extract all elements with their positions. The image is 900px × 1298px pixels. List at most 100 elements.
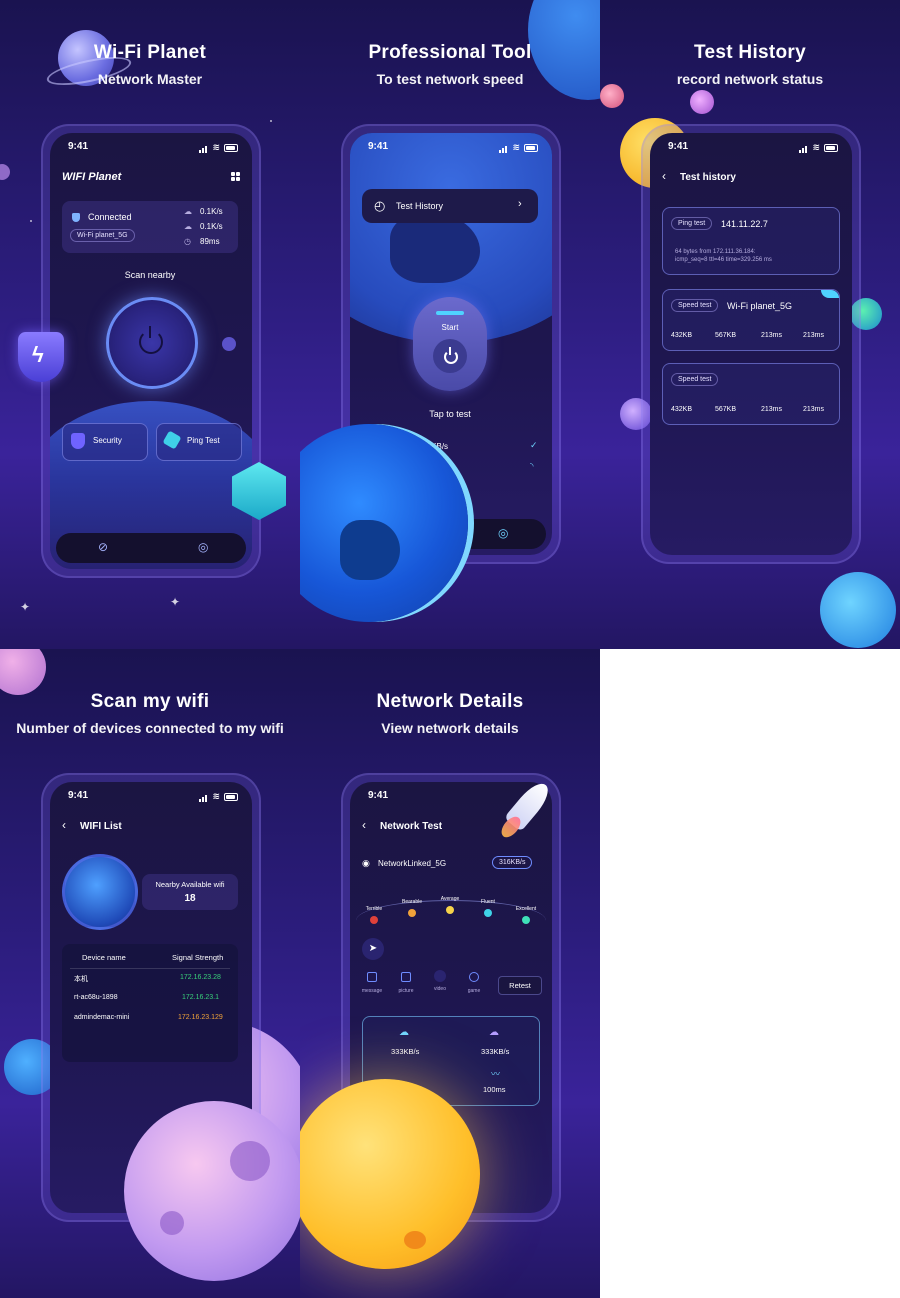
upload-icon: ☁ xyxy=(489,1027,499,1038)
pulse-icon: 〰 xyxy=(491,1069,501,1079)
download-icon: ☁ xyxy=(184,207,192,216)
download-speed: 333KB/s xyxy=(391,1047,420,1056)
download-value: 432KB xyxy=(671,332,693,339)
test-history-label: Test History xyxy=(396,201,444,211)
power-icon xyxy=(433,339,467,373)
small-moon xyxy=(0,164,10,180)
pink-asteroid xyxy=(0,649,46,695)
sparkle-icon: ✦ xyxy=(20,600,31,614)
device-name: rt-ac68u-1898 xyxy=(74,994,118,1001)
panel-scan-wifi: Scan my wifi Number of devices connected… xyxy=(0,649,300,1298)
device-name: 本机 xyxy=(74,976,88,983)
table-row[interactable]: admindemac-mini 172.16.23.129 xyxy=(62,1014,238,1030)
nearby-count: 18 xyxy=(184,893,196,904)
back-icon[interactable]: ‹ xyxy=(362,818,366,832)
ping-ip: 141.11.22.7 xyxy=(721,219,768,229)
ping-output-line-1: 64 bytes from 172.111.36.184: xyxy=(675,249,756,255)
nearby-wifi-card: Nearby Available wifi 18 xyxy=(142,874,238,910)
panel-subtitle: Number of devices connected to my wifi xyxy=(16,720,284,736)
upload-speed: 333KB/s xyxy=(481,1047,510,1056)
back-icon[interactable]: ‹ xyxy=(662,169,666,183)
security-label: Security xyxy=(93,436,122,445)
phone-frame: 9:41 ≋ ‹ Test history Ping test 141.11.2… xyxy=(641,124,861,564)
jitter-value: 213ms xyxy=(803,406,825,413)
table-row[interactable]: rt-ac68u-1898 172.16.23.1 xyxy=(62,994,238,1010)
ping-test-button[interactable]: Ping Test xyxy=(156,423,242,461)
panel-title: Scan my wifi xyxy=(90,691,210,712)
tab-planet-icon[interactable]: ⊘ xyxy=(98,540,108,554)
start-button[interactable]: Start xyxy=(413,297,487,391)
start-indicator xyxy=(436,311,464,315)
rocket-icon xyxy=(496,769,566,849)
network-name: NetworkLinked_5G xyxy=(378,859,447,868)
star xyxy=(30,220,32,222)
signal-icon xyxy=(499,142,508,153)
quality-level: Terrible xyxy=(360,906,388,924)
page-title: Network Test xyxy=(380,821,443,832)
speed-network: Wi-Fi planet_5G xyxy=(727,301,793,311)
upload-value: 567KB xyxy=(715,332,737,339)
media-item: picture xyxy=(392,972,420,994)
quality-level: Fluent xyxy=(474,899,502,917)
speed-history-card[interactable]: Speed test 432KB 567KB 213ms 213ms xyxy=(662,363,840,425)
page-title: WIFI List xyxy=(80,821,122,832)
star xyxy=(270,120,272,122)
pink-planet xyxy=(600,84,624,108)
wifi-icon: ≋ xyxy=(212,791,220,801)
crater xyxy=(230,1141,270,1181)
security-button[interactable]: Security xyxy=(62,423,148,461)
send-icon: ➤ xyxy=(362,938,384,960)
status-time: 9:41 xyxy=(68,790,89,801)
status-time: 9:41 xyxy=(368,141,389,152)
panel-subtitle: record network status xyxy=(676,71,824,87)
panel-title: Network Details xyxy=(376,691,524,712)
power-button[interactable] xyxy=(106,297,198,389)
status-bar: 9:41 ≋ xyxy=(650,141,852,157)
panel-test-history: Test History record network status 9:41 … xyxy=(600,0,900,649)
shield-bolt-icon xyxy=(71,433,85,449)
small-moon xyxy=(222,337,236,351)
download-icon: ☁ xyxy=(399,1027,409,1038)
phone-frame: 9:41 ≋ WIFI Planet Connected Wi-Fi plane… xyxy=(41,124,261,578)
device-ip: 172.16.23.1 xyxy=(182,994,219,1001)
network-name-chip: Wi-Fi planet_5G xyxy=(70,229,135,242)
back-icon[interactable]: ‹ xyxy=(62,818,66,832)
wifi-corner-badge xyxy=(821,290,839,298)
tap-to-test-label: Tap to test xyxy=(429,409,471,419)
jitter-value: 213ms xyxy=(803,332,825,339)
earth-continent xyxy=(340,520,400,580)
ping-output-line-2: icmp_seq=8 ttl=46 time=329.256 ms xyxy=(675,257,772,263)
test-history-button[interactable]: ◴ Test History › xyxy=(362,189,538,223)
device-ip: 172.16.23.129 xyxy=(178,1014,223,1021)
speed-history-card[interactable]: Speed test Wi-Fi planet_5G 432KB 567KB 2… xyxy=(662,289,840,351)
globe-icon xyxy=(62,854,138,930)
media-item: message xyxy=(358,972,386,994)
status-time: 9:41 xyxy=(68,141,89,152)
panel-title: Professional Tool xyxy=(368,42,532,63)
ping-value: 213ms xyxy=(761,332,783,339)
ping-history-card[interactable]: Ping test 141.11.22.7 64 bytes from 172.… xyxy=(662,207,840,275)
table-row[interactable]: 本机 172.16.23.28 xyxy=(62,974,238,990)
page-title: Test history xyxy=(680,172,736,183)
speed-badge: 316KB/s xyxy=(492,856,533,869)
speedometer-icon xyxy=(162,430,182,450)
status-bar: 9:41 ≋ xyxy=(50,141,252,157)
upload-speed: 0.1K/s xyxy=(200,222,223,231)
retest-button[interactable]: Retest xyxy=(498,976,542,995)
battery-icon xyxy=(524,143,538,152)
quality-level: Bearable xyxy=(398,899,426,917)
speed-test-tag: Speed test xyxy=(671,373,719,386)
wifi-signal-icon: ◉ xyxy=(362,858,370,868)
battery-icon xyxy=(224,792,238,801)
panel-wifi-planet: ✦ ✦ Wi-Fi Planet Network Master 9:41 ≋ W… xyxy=(0,0,300,649)
scan-label: Scan nearby xyxy=(124,270,176,280)
grid-menu-icon[interactable] xyxy=(231,172,240,181)
tab-compass-icon[interactable]: ◎ xyxy=(198,540,208,554)
connection-card[interactable]: Connected Wi-Fi planet_5G ☁ 0.1K/s ☁ 0.1… xyxy=(62,201,238,253)
start-label: Start xyxy=(441,323,459,332)
sparkle-icon: ✦ xyxy=(170,595,181,609)
loading-icon: ◝ xyxy=(530,461,534,471)
tab-compass-icon[interactable]: ◎ xyxy=(498,526,508,540)
check-icon: ✓ xyxy=(530,440,538,450)
status-bar: 9:41 ≋ xyxy=(350,141,552,157)
